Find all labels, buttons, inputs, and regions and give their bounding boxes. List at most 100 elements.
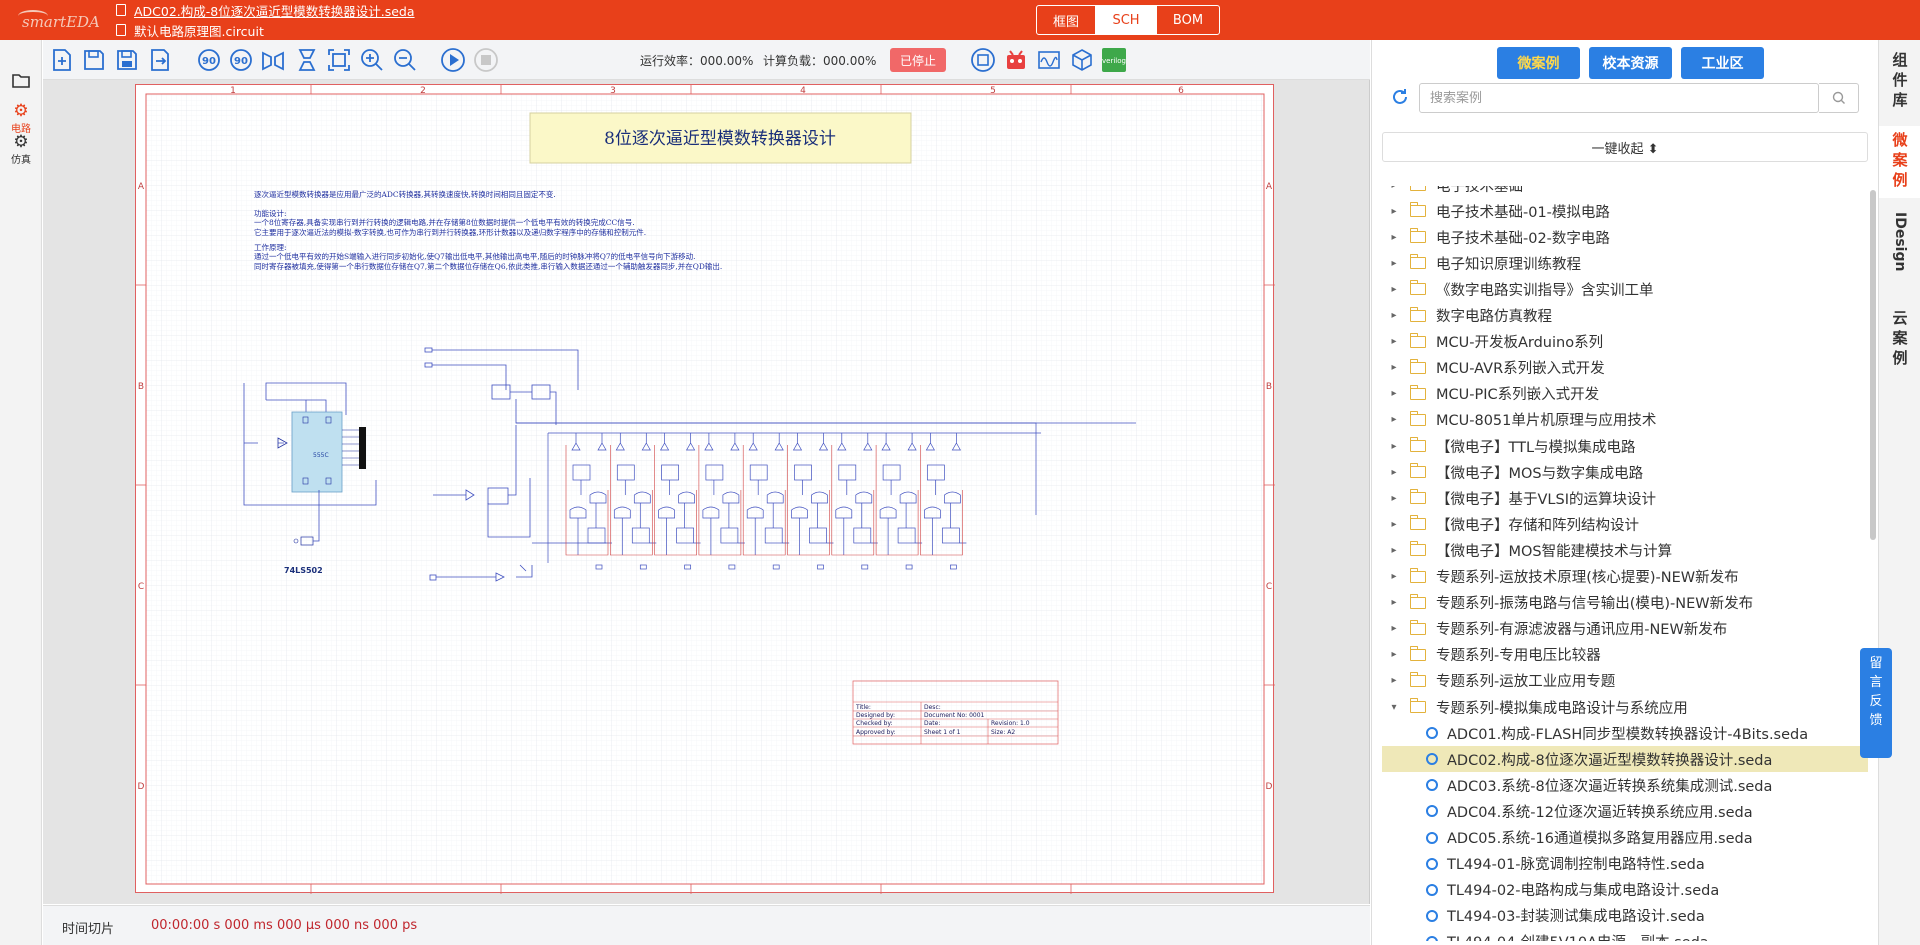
tree-folder[interactable]: ▸ MCU-PIC系列嵌入式开发 — [1382, 381, 1868, 407]
chevron-right-icon[interactable]: ▸ — [1386, 571, 1402, 582]
flip-horizontal-button[interactable] — [259, 47, 287, 73]
chevron-right-icon[interactable]: ▸ — [1386, 597, 1402, 608]
search-input[interactable] — [1420, 84, 1818, 112]
tab-block-diagram[interactable]: 框图 — [1036, 5, 1096, 35]
schematic-canvas[interactable]: 1 2 3 4 5 6 A B C D A B C D 8位逐次逼近型模数转换器… — [43, 80, 1370, 904]
folder-icon — [1409, 437, 1426, 452]
chevron-right-icon[interactable]: ▸ — [1386, 519, 1402, 530]
zoom-in-button[interactable] — [358, 47, 386, 73]
tree-folder[interactable]: ▸ 数字电路仿真教程 — [1382, 303, 1868, 329]
stop-button[interactable] — [472, 47, 500, 73]
tree-file[interactable]: ADC03.系统-8位逐次逼近转换系统集成测试.seda — [1382, 772, 1868, 798]
chevron-right-icon[interactable]: ▸ — [1386, 362, 1402, 373]
circuit-title[interactable]: 默认电路原理图.circuit — [116, 21, 264, 39]
chevron-right-icon[interactable]: ▸ — [1386, 258, 1402, 269]
tree-folder[interactable]: ▸ 【微电子】基于VLSI的运算块设计 — [1382, 485, 1868, 511]
chevron-right-icon[interactable]: ▸ — [1386, 284, 1402, 295]
tree-folder[interactable]: ▸ 专题系列-运放技术原理(核心提要)-NEW新发布 — [1382, 564, 1868, 590]
chevron-right-icon[interactable]: ▸ — [1386, 232, 1402, 243]
rotate-cw-button[interactable]: 90 — [195, 47, 223, 73]
tab-micro-case[interactable]: 微案例 — [1879, 126, 1920, 198]
search-button[interactable] — [1819, 83, 1859, 113]
chevron-right-icon[interactable]: ▸ — [1386, 545, 1402, 556]
save-button[interactable] — [80, 47, 108, 73]
svg-text:同时寄存器被填充,使得第一个串行数据位存储在Q7,第二个数据: 同时寄存器被填充,使得第一个串行数据位存储在Q7,第二个数据位存储在Q6,依此类… — [254, 261, 722, 271]
tree-item-label: 电子技术基础 — [1436, 186, 1523, 195]
tree-folder[interactable]: ▸ 专题系列-运放工业应用专题 — [1382, 668, 1868, 694]
rail-simulation[interactable]: ⚙ 仿真 — [0, 133, 42, 166]
tab-cloud-case[interactable]: 云案例 — [1879, 306, 1920, 376]
rail-circuit[interactable]: ⚙ 电路 — [0, 102, 42, 135]
chevron-right-icon[interactable]: ▸ — [1386, 441, 1402, 452]
tree-file[interactable]: TL494-02-电路构成与集成电路设计.seda — [1382, 877, 1868, 903]
tree-folder[interactable]: ▸ MCU-AVR系列嵌入式开发 — [1382, 355, 1868, 381]
rail-files[interactable] — [0, 72, 42, 91]
tree-folder[interactable]: ▸ 《数字电路实训指导》含实训工单 — [1382, 276, 1868, 302]
chevron-right-icon[interactable]: ▸ — [1386, 414, 1402, 425]
chevron-right-icon[interactable]: ▸ — [1386, 186, 1402, 191]
tab-school-resources[interactable]: 校本资源 — [1589, 47, 1672, 79]
rotate-ccw-button[interactable]: 90 — [227, 47, 255, 73]
chevron-down-icon[interactable]: ▾ — [1386, 702, 1402, 713]
tree-folder[interactable]: ▸ 电子技术基础-01-模拟电路 — [1382, 198, 1868, 224]
view-switcher: 框图 SCH BOM — [1036, 5, 1220, 35]
tree-folder[interactable]: ▸ 专题系列-专用电压比较器 — [1382, 642, 1868, 668]
chevron-right-icon[interactable]: ▸ — [1386, 493, 1402, 504]
tree-file[interactable]: ADC05.系统-16通道模拟多路复用器应用.seda — [1382, 825, 1868, 851]
tab-industry[interactable]: 工业区 — [1681, 47, 1764, 79]
chevron-right-icon[interactable]: ▸ — [1386, 675, 1402, 686]
tree-item-label: 专题系列-振荡电路与信号输出(模电)-NEW新发布 — [1436, 596, 1754, 613]
collapse-all-button[interactable]: 一键收起 ⬍ — [1382, 132, 1868, 162]
tree-folder[interactable]: ▸ 专题系列-有源滤波器与通讯应用-NEW新发布 — [1382, 616, 1868, 642]
tree-folder[interactable]: ▸ 电子知识原理训练教程 — [1382, 250, 1868, 276]
tab-sch[interactable]: SCH — [1096, 5, 1156, 35]
tree-scrollbar[interactable] — [1870, 190, 1876, 540]
chevron-right-icon[interactable]: ▸ — [1386, 388, 1402, 399]
tree-folder[interactable]: ▸ 【微电子】存储和阵列结构设计 — [1382, 511, 1868, 537]
chevron-right-icon[interactable]: ▸ — [1386, 467, 1402, 478]
tree-folder[interactable]: ▾ 专题系列-模拟集成电路设计与系统应用 — [1382, 694, 1868, 720]
waveform-button[interactable] — [1035, 47, 1063, 73]
tab-bom[interactable]: BOM — [1156, 5, 1220, 35]
tree-folder[interactable]: ▸ 【微电子】TTL与模拟集成电路 — [1382, 433, 1868, 459]
tab-component-library[interactable]: 组件库 — [1879, 48, 1920, 118]
tree-folder[interactable]: ▸ 【微电子】MOS智能建模技术与计算 — [1382, 537, 1868, 563]
chevron-right-icon[interactable]: ▸ — [1386, 623, 1402, 634]
tree-folder[interactable]: ▸ 电子技术基础 — [1382, 186, 1868, 198]
zoom-out-button[interactable] — [391, 47, 419, 73]
save-as-button[interactable] — [113, 47, 141, 73]
flip-vertical-button[interactable] — [293, 47, 321, 73]
tree-folder[interactable]: ▸ MCU-8051单片机原理与应用技术 — [1382, 407, 1868, 433]
tab-idesign[interactable]: IDesign — [1879, 208, 1920, 298]
refresh-icon[interactable] — [1391, 88, 1409, 106]
tab-micro-cases[interactable]: 微案例 — [1497, 47, 1580, 79]
tree-file[interactable]: TL494-01-脉宽调制控制电路特性.seda — [1382, 851, 1868, 877]
chevron-right-icon[interactable]: ▸ — [1386, 336, 1402, 347]
tree-file[interactable]: ADC01.构成-FLASH同步型模数转换器设计-4Bits.seda — [1382, 720, 1868, 746]
chevron-right-icon[interactable]: ▸ — [1386, 310, 1402, 321]
schematic-sheet[interactable]: 1 2 3 4 5 6 A B C D A B C D 8位逐次逼近型模数转换器… — [135, 84, 1275, 894]
col-label: 3 — [610, 86, 616, 96]
tree-folder[interactable]: ▸ 电子技术基础-02-数字电路 — [1382, 224, 1868, 250]
chip-button[interactable] — [969, 47, 997, 73]
tree-file[interactable]: ADC02.构成-8位逐次逼近型模数转换器设计.seda — [1382, 746, 1868, 773]
tree-file[interactable]: TL494-03-封装测试集成电路设计.seda — [1382, 903, 1868, 929]
chevron-right-icon[interactable]: ▸ — [1386, 649, 1402, 660]
verilog-button[interactable]: verilog — [1100, 47, 1128, 73]
file-title[interactable]: ADC02.构成-8位逐次逼近型模数转换器设计.seda — [116, 1, 415, 19]
tree-folder[interactable]: ▸ MCU-开发板Arduino系列 — [1382, 329, 1868, 355]
feedback-button[interactable]: 留言反馈 — [1860, 648, 1892, 758]
svg-text:Document No: 0001: Document No: 0001 — [924, 712, 985, 719]
run-button[interactable] — [439, 47, 467, 73]
new-button[interactable] — [48, 47, 76, 73]
tree-folder[interactable]: ▸ 专题系列-振荡电路与信号输出(模电)-NEW新发布 — [1382, 590, 1868, 616]
export-button[interactable] — [146, 47, 174, 73]
tree-file[interactable]: ADC04.系统-12位逐次逼近转换系统应用.seda — [1382, 798, 1868, 824]
robot-button[interactable] — [1002, 47, 1030, 73]
search-field[interactable] — [1419, 83, 1819, 113]
3d-view-button[interactable] — [1068, 47, 1096, 73]
chevron-right-icon[interactable]: ▸ — [1386, 206, 1402, 217]
tree-file[interactable]: TL494-04-创建5V10A电源 - 副本.seda — [1382, 929, 1868, 941]
tree-folder[interactable]: ▸ 【微电子】MOS与数字集成电路 — [1382, 459, 1868, 485]
fit-view-button[interactable] — [325, 47, 353, 73]
